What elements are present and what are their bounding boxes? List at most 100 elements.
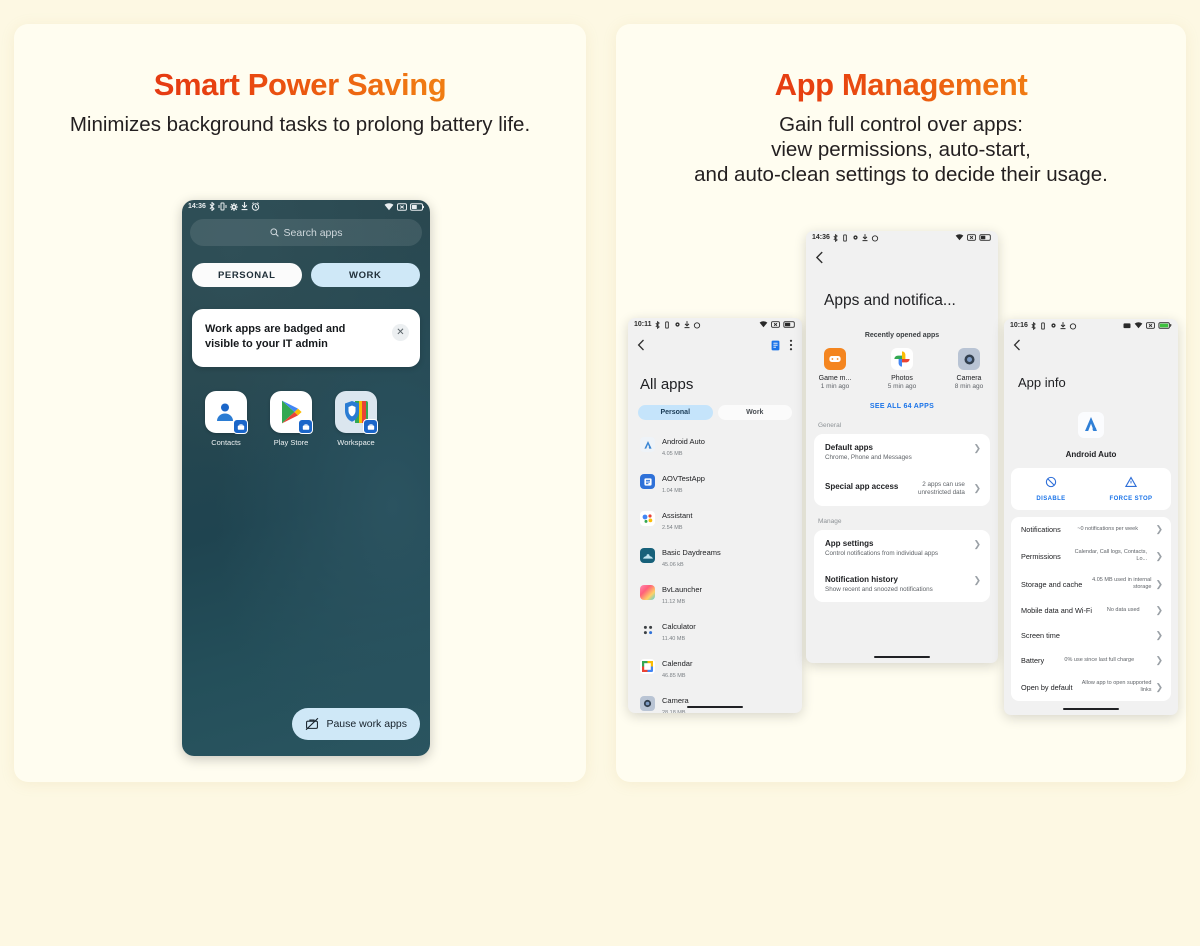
- work-badge-icon: [233, 419, 248, 434]
- row-value: No data used: [1106, 607, 1140, 613]
- wifi-icon: [759, 321, 768, 328]
- vibrate-icon: [843, 233, 847, 242]
- disable-button[interactable]: DISABLE: [1011, 468, 1091, 510]
- info-row-mobile-data-and-wifi[interactable]: Mobile data and Wi-Fi No data used ❯: [1011, 598, 1171, 623]
- info-row-storage-and-cache[interactable]: Storage and cache 4.05 MB used in intern…: [1011, 570, 1171, 598]
- app-size: 2.54 MB: [662, 525, 683, 531]
- chevron-left-icon[interactable]: [637, 338, 645, 356]
- info-row-open-by-default[interactable]: Open by default Allow app to open suppor…: [1011, 673, 1171, 701]
- row-title: Notification history: [825, 575, 898, 584]
- list-item[interactable]: AOVTestApp 1.04 MB: [628, 463, 802, 500]
- settings-row-default-apps[interactable]: Default apps Chrome, Phone and Messages …: [814, 434, 990, 470]
- app-name: Android Auto: [1065, 450, 1117, 459]
- list-item[interactable]: Camera 28.18 MB: [628, 685, 802, 713]
- list-item[interactable]: BvLauncher 11.12 MB: [628, 574, 802, 611]
- chevron-left-icon[interactable]: [806, 244, 998, 266]
- list-item[interactable]: Android Auto 4.05 MB: [628, 426, 802, 463]
- page-title: Apps and notifica...: [824, 292, 956, 309]
- force-stop-button[interactable]: FORCE STOP: [1091, 468, 1171, 510]
- list-item[interactable]: Basic Daydreams 45.06 kB: [628, 537, 802, 574]
- gear-icon: [1051, 323, 1056, 328]
- settings-row-special-app-access[interactable]: Special app access 2 apps can use unrest…: [814, 470, 990, 506]
- list-item[interactable]: Assistant 2.54 MB: [628, 500, 802, 537]
- info-row-battery[interactable]: Battery 0% use since last full charge ❯: [1011, 648, 1171, 673]
- row-title: Default apps: [825, 443, 874, 452]
- bvlauncher-icon: [640, 585, 655, 600]
- search-input[interactable]: Search apps: [190, 219, 422, 246]
- app-name: Calendar: [662, 659, 693, 668]
- segment-personal[interactable]: Personal: [638, 405, 713, 420]
- row-key: Permissions: [1021, 551, 1061, 561]
- recent-app-item[interactable]: Photos 5 min ago: [882, 348, 922, 390]
- chevron-right-icon: ❯: [973, 539, 981, 549]
- list-item[interactable]: Calendar 46.85 MB: [628, 648, 802, 685]
- subtitle-line: view permissions, auto-start,: [771, 138, 1031, 161]
- photos-icon: [891, 348, 913, 370]
- settings-group-manage: App settings Control notifications from …: [814, 530, 990, 602]
- row-value: 4.05 MB used in internal storage: [1092, 577, 1152, 590]
- alarm-icon: [871, 234, 879, 242]
- list-item[interactable]: Calculator 11.40 MB: [628, 611, 802, 648]
- app-shortcut-workspace[interactable]: Workspace: [334, 391, 378, 447]
- app-name: BvLauncher: [662, 585, 703, 594]
- settings-row-notification-history[interactable]: Notification history Show recent and sno…: [814, 566, 990, 602]
- phone-work-launcher: 14:36 Search apps PERSONAL WORK Work app…: [182, 200, 430, 756]
- assistant-icon: [640, 511, 655, 526]
- recent-apps-row: Game m... 1 min ago Photos 5 min ago Cam…: [806, 348, 998, 390]
- app-list: Android Auto 4.05 MB AOVTestApp 1.04 MB As…: [628, 426, 802, 713]
- segment-work[interactable]: Work: [717, 405, 792, 420]
- download-icon: [241, 202, 248, 211]
- status-time: 14:36: [812, 234, 830, 241]
- recent-app-item[interactable]: Camera 8 min ago: [949, 348, 989, 390]
- download-icon: [684, 320, 690, 328]
- pause-work-apps-button[interactable]: Pause work apps: [292, 708, 420, 740]
- status-bar: 10:11: [628, 318, 802, 331]
- app-size: 28.18 MB: [662, 710, 686, 713]
- row-value: 2 apps can use unrestricted data: [918, 481, 965, 496]
- subtitle-line: Minimizes background tasks to prolong ba…: [69, 113, 531, 136]
- recent-app-name: Photos: [891, 375, 913, 382]
- info-row-notifications[interactable]: Notifications ~0 notifications per week …: [1011, 517, 1171, 542]
- status-bar-left: 10:11: [634, 320, 701, 329]
- info-row-permissions[interactable]: Permissions Calendar, Call logs, Contact…: [1011, 542, 1171, 570]
- app-info-rows: Notifications ~0 notifications per week …: [1011, 517, 1171, 701]
- chevron-right-icon: ❯: [973, 443, 981, 453]
- search-icon: [269, 228, 279, 237]
- camera-status-icon: [1123, 323, 1131, 329]
- recent-app-item[interactable]: Game m... 1 min ago: [815, 348, 855, 390]
- settings-row-app-settings[interactable]: App settings Control notifications from …: [814, 530, 990, 566]
- workspace-icon: [335, 391, 378, 434]
- doc-icon[interactable]: [771, 338, 780, 356]
- phone-app-info: 10:16 App info Android Auto DISABLE FORC…: [1004, 319, 1178, 715]
- row-subtitle: Control notifications from individual ap…: [825, 550, 939, 557]
- alarm-icon: [693, 321, 700, 329]
- status-time: 10:11: [634, 321, 652, 328]
- app-name: AOVTestApp: [662, 474, 705, 483]
- info-card-text: Work apps are badged and visible to your…: [205, 323, 346, 350]
- page-title: All apps: [640, 376, 694, 393]
- wifi-icon: [955, 234, 964, 241]
- see-all-apps-link[interactable]: SEE ALL 64 APPS: [806, 403, 998, 410]
- home-indicator: [874, 655, 930, 658]
- contacts-icon: [205, 391, 248, 434]
- info-row-screen-time[interactable]: Screen time ❯: [1011, 623, 1171, 648]
- bluetooth-icon: [655, 320, 660, 329]
- status-bar-right: [384, 202, 424, 211]
- chevron-left-icon[interactable]: [1004, 332, 1178, 353]
- pause-work-apps-label: Pause work apps: [326, 718, 407, 730]
- recent-app-ago: 5 min ago: [887, 383, 917, 390]
- section-label-manage: Manage: [818, 518, 842, 525]
- profile-tabs: PERSONAL WORK: [192, 263, 420, 287]
- phone-all-apps: 10:11 All apps Personal Work Android Aut…: [628, 318, 802, 713]
- app-name: Assistant: [662, 511, 693, 520]
- app-size: 1.04 MB: [662, 488, 683, 494]
- app-shortcut-play-store[interactable]: Play Store: [269, 391, 313, 447]
- app-shortcut-contacts[interactable]: Contacts: [204, 391, 248, 447]
- chevron-right-icon: ❯: [1155, 630, 1163, 640]
- tab-work[interactable]: WORK: [310, 263, 420, 287]
- chevron-right-icon: ❯: [1155, 605, 1163, 615]
- tab-personal[interactable]: PERSONAL: [192, 263, 302, 287]
- close-icon[interactable]: ✕: [392, 324, 409, 341]
- work-profile-info-card: Work apps are badged and visible to your…: [192, 309, 420, 367]
- overflow-menu-icon[interactable]: [789, 338, 793, 356]
